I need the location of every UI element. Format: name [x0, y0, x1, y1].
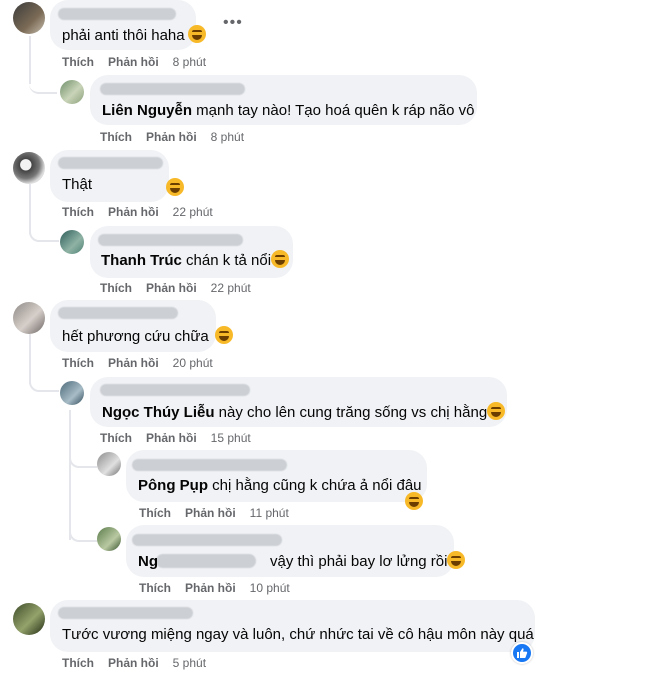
timestamp[interactable]: 22 phút [173, 205, 213, 219]
more-dots-icon[interactable]: ••• [223, 14, 243, 32]
comment-bubble: Ngọc Thúy Liễu này cho lên cung trăng số… [90, 377, 507, 427]
comment-actions: Thích Phản hồi 10 phút [139, 581, 290, 595]
comment-text: hết phương cứu chữa [62, 326, 233, 347]
timestamp[interactable]: 10 phút [250, 581, 290, 595]
avatar[interactable] [60, 80, 84, 104]
timestamp[interactable]: 22 phút [211, 281, 251, 295]
blurred-author-name [58, 8, 176, 20]
thread-line [29, 36, 31, 84]
timestamp[interactable]: 8 phút [173, 55, 206, 69]
like-link[interactable]: Thích [139, 581, 171, 595]
reply-link[interactable]: Phản hồi [185, 581, 236, 595]
like-link[interactable]: Thích [139, 506, 171, 520]
blurred-author-name [58, 307, 178, 319]
comment-bubble: phải anti thôi haha [50, 0, 206, 50]
avatar[interactable] [13, 302, 45, 334]
timestamp[interactable]: 20 phút [173, 356, 213, 370]
reply-link[interactable]: Phản hồi [108, 356, 159, 370]
comment-text: Thanh Trúc chán k tả nổi [101, 250, 290, 271]
reply-link[interactable]: Phản hồi [185, 506, 236, 520]
comment-text: Ngọc Thúy Liễu này cho lên cung trăng số… [102, 402, 506, 423]
reply-link[interactable]: Phản hồi [146, 281, 197, 295]
avatar[interactable] [97, 527, 121, 551]
comment-bubble: Ng vậy thì phải bay lơ lửng rồi [126, 525, 466, 577]
like-link[interactable]: Thích [62, 656, 94, 670]
comment-actions: Thích Phản hồi 11 phút [139, 506, 289, 520]
timestamp[interactable]: 15 phút [211, 431, 251, 445]
avatar[interactable] [97, 452, 121, 476]
timestamp[interactable]: 11 phút [250, 506, 289, 520]
laughing-emoji-icon [214, 326, 233, 344]
reply-link[interactable]: Phản hồi [146, 431, 197, 445]
comment-actions: Thích Phản hồi 20 phút [62, 356, 213, 370]
reply-link[interactable]: Phản hồi [108, 656, 159, 670]
reply-link[interactable]: Phản hồi [146, 130, 197, 144]
blurred-author-name [58, 157, 163, 169]
comment-bubble: Thanh Trúc chán k tả nổi [90, 226, 293, 278]
like-link[interactable]: Thích [100, 130, 132, 144]
comment-actions: Thích Phản hồi 15 phút [100, 431, 251, 445]
blurred-author-name [100, 384, 250, 396]
avatar[interactable] [13, 152, 45, 184]
thread-curve [69, 450, 97, 468]
like-reaction-icon[interactable] [511, 642, 533, 664]
like-link[interactable]: Thích [100, 281, 132, 295]
laughing-emoji-icon [405, 492, 423, 510]
thread-curve [29, 222, 59, 242]
blurred-author-name [98, 234, 243, 246]
comment-text: Pông Pụp chị hằng cũng k chứa ả nổi đâu [138, 477, 422, 494]
laughing-emoji-icon [166, 178, 184, 196]
reply-link[interactable]: Phản hồi [108, 55, 159, 69]
comment-text: Thật [62, 176, 93, 193]
laughing-emoji-icon [271, 250, 290, 268]
comment-actions: Thích Phản hồi 22 phút [62, 205, 213, 219]
avatar[interactable] [13, 2, 45, 34]
comment-author[interactable]: Pông Pụp [138, 477, 208, 494]
comment-text: Tước vương miệng ngay và luôn, chứ nhức … [62, 626, 534, 643]
comment-bubble: hết phương cứu chữa [50, 300, 233, 352]
comment-bubble: Liên Nguyễn mạnh tay nào! Tạo hoá quên k… [90, 75, 477, 125]
like-link[interactable]: Thích [62, 205, 94, 219]
blurred-author-name [132, 459, 287, 471]
blurred-author-name [58, 607, 193, 619]
comment-author[interactable]: Ngọc Thúy Liễu [102, 404, 215, 421]
like-link[interactable]: Thích [100, 431, 132, 445]
blurred-author-name [100, 83, 245, 95]
comment-author[interactable]: Ng [138, 553, 158, 570]
comment-author[interactable]: Liên Nguyễn [102, 102, 192, 119]
blurred-author-name [132, 534, 282, 546]
timestamp[interactable]: 5 phút [173, 656, 206, 670]
avatar[interactable] [13, 603, 45, 635]
comment-actions: Thích Phản hồi 8 phút [62, 55, 206, 69]
thread-curve [29, 80, 57, 94]
thread-line [69, 410, 71, 540]
laughing-emoji-icon [487, 402, 506, 420]
reply-link[interactable]: Phản hồi [108, 205, 159, 219]
thread-curve [69, 522, 97, 542]
timestamp[interactable]: 8 phút [211, 130, 244, 144]
comment-bubble: Pông Pụp chị hằng cũng k chứa ả nổi đâu [126, 450, 427, 502]
like-link[interactable]: Thích [62, 55, 94, 69]
comment-text: Ng vậy thì phải bay lơ lửng rồi [138, 551, 466, 572]
comment-actions: Thích Phản hồi 8 phút [100, 130, 244, 144]
avatar[interactable] [60, 381, 84, 405]
laughing-emoji-icon [447, 551, 466, 569]
comment-actions: Thích Phản hồi 22 phút [100, 281, 251, 295]
comment-bubble: Tước vương miệng ngay và luôn, chứ nhức … [50, 600, 535, 652]
comment-text: Liên Nguyễn mạnh tay nào! Tạo hoá quên k… [102, 102, 475, 119]
comment-bubble: Thật [50, 150, 169, 202]
laughing-emoji-icon [187, 25, 206, 43]
comment-author[interactable]: Thanh Trúc [101, 252, 182, 269]
comment-actions: Thích Phản hồi 5 phút [62, 656, 206, 670]
avatar[interactable] [60, 230, 84, 254]
like-link[interactable]: Thích [62, 356, 94, 370]
comment-text: phải anti thôi haha [62, 25, 206, 46]
thread-curve [29, 372, 59, 392]
